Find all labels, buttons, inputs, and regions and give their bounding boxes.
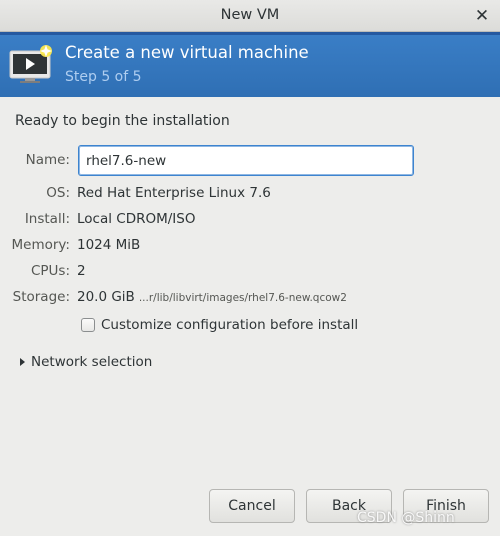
network-selection-expander[interactable]: Network selection xyxy=(20,354,152,370)
network-selection-label[interactable]: Network selection xyxy=(31,354,152,370)
wizard-step: Step 5 of 5 xyxy=(65,69,142,85)
storage-label: Storage: xyxy=(12,289,70,305)
install-value: Local CDROM/ISO xyxy=(77,211,196,227)
wizard-title: Create a new virtual machine xyxy=(65,43,309,62)
title-bar: New VM ✕ xyxy=(0,0,500,32)
close-icon[interactable]: ✕ xyxy=(470,4,494,28)
os-label: OS: xyxy=(46,185,70,201)
wizard-header: Create a new virtual machine Step 5 of 5 xyxy=(0,32,500,97)
window-title: New VM xyxy=(220,7,280,23)
memory-value: 1024 MiB xyxy=(77,237,141,253)
memory-label: Memory: xyxy=(11,237,70,253)
expander-arrow-icon[interactable] xyxy=(20,358,25,366)
cpus-value: 2 xyxy=(77,263,86,279)
customize-label[interactable]: Customize configuration before install xyxy=(101,317,358,333)
storage-path: ...r/lib/libvirt/images/rhel7.6-new.qcow… xyxy=(138,292,347,304)
customize-checkbox[interactable] xyxy=(81,318,95,332)
watermark-text: CSDN @Shinn xyxy=(357,510,455,526)
vm-monitor-icon xyxy=(9,45,52,83)
customize-checkbox-row[interactable]: Customize configuration before install xyxy=(81,317,358,333)
cpus-label: CPUs: xyxy=(30,263,70,279)
vm-name-input[interactable] xyxy=(78,145,414,176)
os-value: Red Hat Enterprise Linux 7.6 xyxy=(77,185,271,201)
storage-size: 20.0 GiB xyxy=(77,289,135,305)
storage-value: 20.0 GiB ...r/lib/libvirt/images/rhel7.6-… xyxy=(77,289,347,305)
name-label: Name: xyxy=(25,152,70,168)
cancel-button[interactable]: Cancel xyxy=(209,489,295,523)
ready-heading: Ready to begin the installation xyxy=(15,113,230,129)
install-label: Install: xyxy=(24,211,70,227)
